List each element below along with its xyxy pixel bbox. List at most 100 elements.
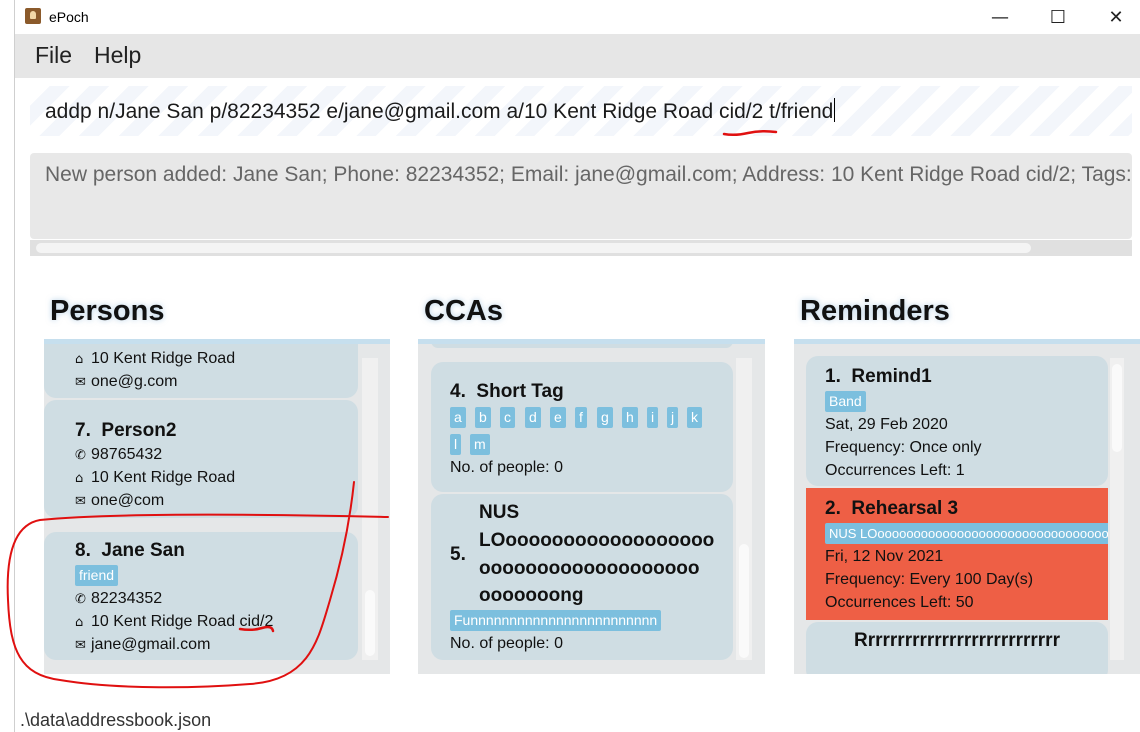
reminders-scrollbar-thumb[interactable] [1112,364,1122,452]
reminder-occurrences: Occurrences Left: 1 [825,462,965,479]
person-email-row: ✉ jane@gmail.com [75,636,210,654]
email-icon: ✉ [75,375,86,390]
persons-list[interactable]: ⌂ 10 Kent Ridge Road ✉ one@g.com 7. Person… [44,344,390,674]
tag-badge: k [687,407,702,428]
cca-name-line: ooooooooooooooooooo [479,558,700,579]
home-icon: ⌂ [75,615,84,630]
menu-help[interactable]: Help [94,42,141,69]
person-index: 7. [75,420,91,441]
person-index: 8. [75,540,91,561]
cca-name-line: ooooooong [479,585,584,606]
person-email-row: ✉ one@g.com [75,373,178,391]
cca-index: 5. [450,544,466,565]
person-address-row: ⌂ 10 Kent Ridge Road [75,469,235,487]
reminders-title: Reminders [800,295,950,327]
reminder-frequency: Frequency: Every 100 Day(s) [825,571,1034,588]
email-icon: ✉ [75,494,86,509]
minimize-button[interactable]: — [972,0,1028,34]
reminder-card[interactable]: Rrrrrrrrrrrrrrrrrrrrrrrrrrr [806,622,1108,674]
close-button[interactable]: ✕ [1088,0,1140,34]
reminder-name-row: 1. Remind1 [825,366,932,388]
person-address: 10 Kent Ridge Road cid/2 [91,613,274,630]
home-icon: ⌂ [75,352,84,367]
menu-file[interactable]: File [35,42,72,69]
reminder-name-row: 2. Rehearsal 3 [825,498,958,520]
reminder-card[interactable]: 1. Remind1 Band Sat, 29 Feb 2020 Frequen… [806,356,1108,486]
reminder-index: 2. [825,498,841,519]
tag-badge: NUS LOoooooooooooooooooooooooooooooooooo… [825,523,1108,544]
cca-card[interactable]: 5. NUS LOoooooooooooooooooo oooooooooooo… [431,494,733,660]
tag-badge: g [597,407,613,428]
cca-card[interactable]: 4. Short Tag a b c d e f g h i j k l m N… [431,362,733,492]
person-card[interactable]: 8. Jane San friend ✆ 82234352 ⌂ 10 Kent Ri… [44,532,358,660]
tag-badge: Band [825,391,866,412]
persons-title: Persons [50,295,165,327]
tag-badge: l [450,434,462,455]
person-address-row: ⌂ 10 Kent Ridge Road [75,350,235,368]
reminder-date: Sat, 29 Feb 2020 [825,416,948,433]
reminders-list[interactable]: 1. Remind1 Band Sat, 29 Feb 2020 Frequen… [794,344,1140,674]
person-phone-row: ✆ 98765432 [75,446,162,464]
phone-icon: ✆ [75,448,86,463]
tag-badge: e [550,407,566,428]
tag-badge: friend [75,565,119,586]
person-name: Person2 [101,420,177,441]
person-email: jane@gmail.com [91,636,211,653]
tag-badge: i [647,407,659,428]
person-name: Jane San [101,540,185,561]
reminder-card-highlighted[interactable]: 2. Rehearsal 3 NUS LOooooooooooooooooooo… [806,488,1108,620]
person-address: 10 Kent Ridge Road [91,350,236,367]
email-icon: ✉ [75,638,86,653]
maximize-button[interactable]: ☐ [1030,0,1086,34]
cca-name: Short Tag [476,381,564,402]
home-icon: ⌂ [75,471,84,486]
cca-card-partial[interactable] [431,344,733,348]
window-left-border [14,0,15,732]
persons-scrollbar[interactable] [362,358,378,660]
result-display: New person added: Jane San; Phone: 82234… [30,153,1132,239]
tag-badge: b [475,407,491,428]
reminder-name: Remind1 [851,366,932,387]
person-card-partial[interactable]: ⌂ 10 Kent Ridge Road ✉ one@g.com [44,344,358,398]
phone-icon: ✆ [75,592,86,607]
tag-badge: f [575,407,587,428]
command-input[interactable]: addp n/Jane San p/82234352 e/jane@gmail.… [30,86,1132,136]
person-address: 10 Kent Ridge Road [91,469,236,486]
person-name-row: 8. Jane San [75,540,185,562]
ccas-scrollbar[interactable] [736,358,752,660]
reminder-frequency: Frequency: Once only [825,439,982,456]
person-phone: 98765432 [91,446,163,463]
text-caret [834,98,836,122]
person-phone: 82234352 [91,590,163,607]
person-email: one@g.com [91,373,178,390]
title-bar[interactable]: ePoch — ☐ ✕ [15,0,1140,34]
cca-people-count: No. of people: 0 [450,459,563,476]
reminder-name: Rehearsal 3 [851,498,959,519]
status-bar-path: .\data\addressbook.json [20,710,212,730]
cca-index: 4. [450,381,466,402]
cca-name-row: 4. Short Tag [450,381,564,403]
person-email-row: ✉ one@com [75,492,164,510]
result-scrollbar-thumb[interactable] [36,243,1031,253]
tag-badge: j [667,407,679,428]
persons-scrollbar-thumb[interactable] [365,590,375,656]
person-card[interactable]: 7. Person2 ✆ 98765432 ⌂ 10 Kent Ridge Road… [44,400,358,518]
tag-badge: d [525,407,541,428]
ccas-list[interactable]: 4. Short Tag a b c d e f g h i j k l m N… [418,344,765,674]
cca-name-line: NUS [479,502,520,523]
reminder-index: 1. [825,366,841,387]
ccas-scrollbar-thumb[interactable] [739,544,749,658]
tag-badge: m [470,434,490,455]
result-message: New person added: Jane San; Phone: 82234… [45,163,1132,186]
tag-badge: h [622,407,638,428]
ccas-title: CCAs [424,295,503,327]
cca-name-line: LOoooooooooooooooooo [479,530,715,551]
reminder-date: Fri, 12 Nov 2021 [825,548,944,565]
reminders-scrollbar[interactable] [1110,358,1124,660]
tag-badge: c [500,407,515,428]
person-address-row: ⌂ 10 Kent Ridge Road cid/2 [75,613,273,631]
tag-badge: a [450,407,466,428]
person-email: one@com [91,492,165,509]
person-phone-row: ✆ 82234352 [75,590,162,608]
window-title: ePoch [49,9,89,25]
